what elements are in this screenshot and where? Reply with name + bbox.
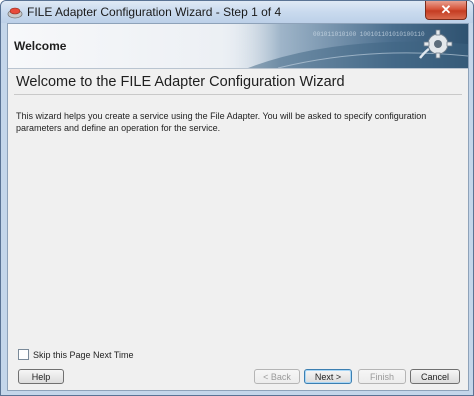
gear-plug-icon: [419, 29, 453, 59]
next-button[interactable]: Next >: [304, 369, 352, 384]
skip-page-checkbox[interactable]: [18, 349, 29, 360]
back-button[interactable]: < Back: [254, 369, 300, 384]
finish-button[interactable]: Finish: [358, 369, 406, 384]
description-text: This wizard helps you create a service u…: [16, 111, 427, 133]
heading-divider: [14, 94, 462, 95]
close-icon: ✕: [440, 2, 452, 17]
wizard-header: 001011010100 100101101010100110 Welcome: [8, 24, 468, 69]
wizard-window: FILE Adapter Configuration Wizard - Step…: [0, 0, 474, 396]
title-bar[interactable]: FILE Adapter Configuration Wizard - Step…: [1, 1, 473, 23]
help-button[interactable]: Help: [18, 369, 64, 384]
window-title: FILE Adapter Configuration Wizard - Step…: [27, 5, 282, 19]
banner-binary-text: 001011010100 100101101010100110: [313, 31, 425, 38]
wizard-app-icon: [7, 7, 23, 19]
page-title: Welcome: [14, 39, 67, 53]
skip-page-checkbox-row[interactable]: Skip this Page Next Time: [18, 349, 134, 360]
skip-page-label: Skip this Page Next Time: [33, 349, 134, 360]
close-button[interactable]: ✕: [425, 1, 467, 20]
wizard-content: 001011010100 100101101010100110 Welcome …: [7, 23, 469, 391]
cancel-button[interactable]: Cancel: [410, 369, 460, 384]
welcome-heading: Welcome to the FILE Adapter Configuratio…: [16, 74, 345, 90]
